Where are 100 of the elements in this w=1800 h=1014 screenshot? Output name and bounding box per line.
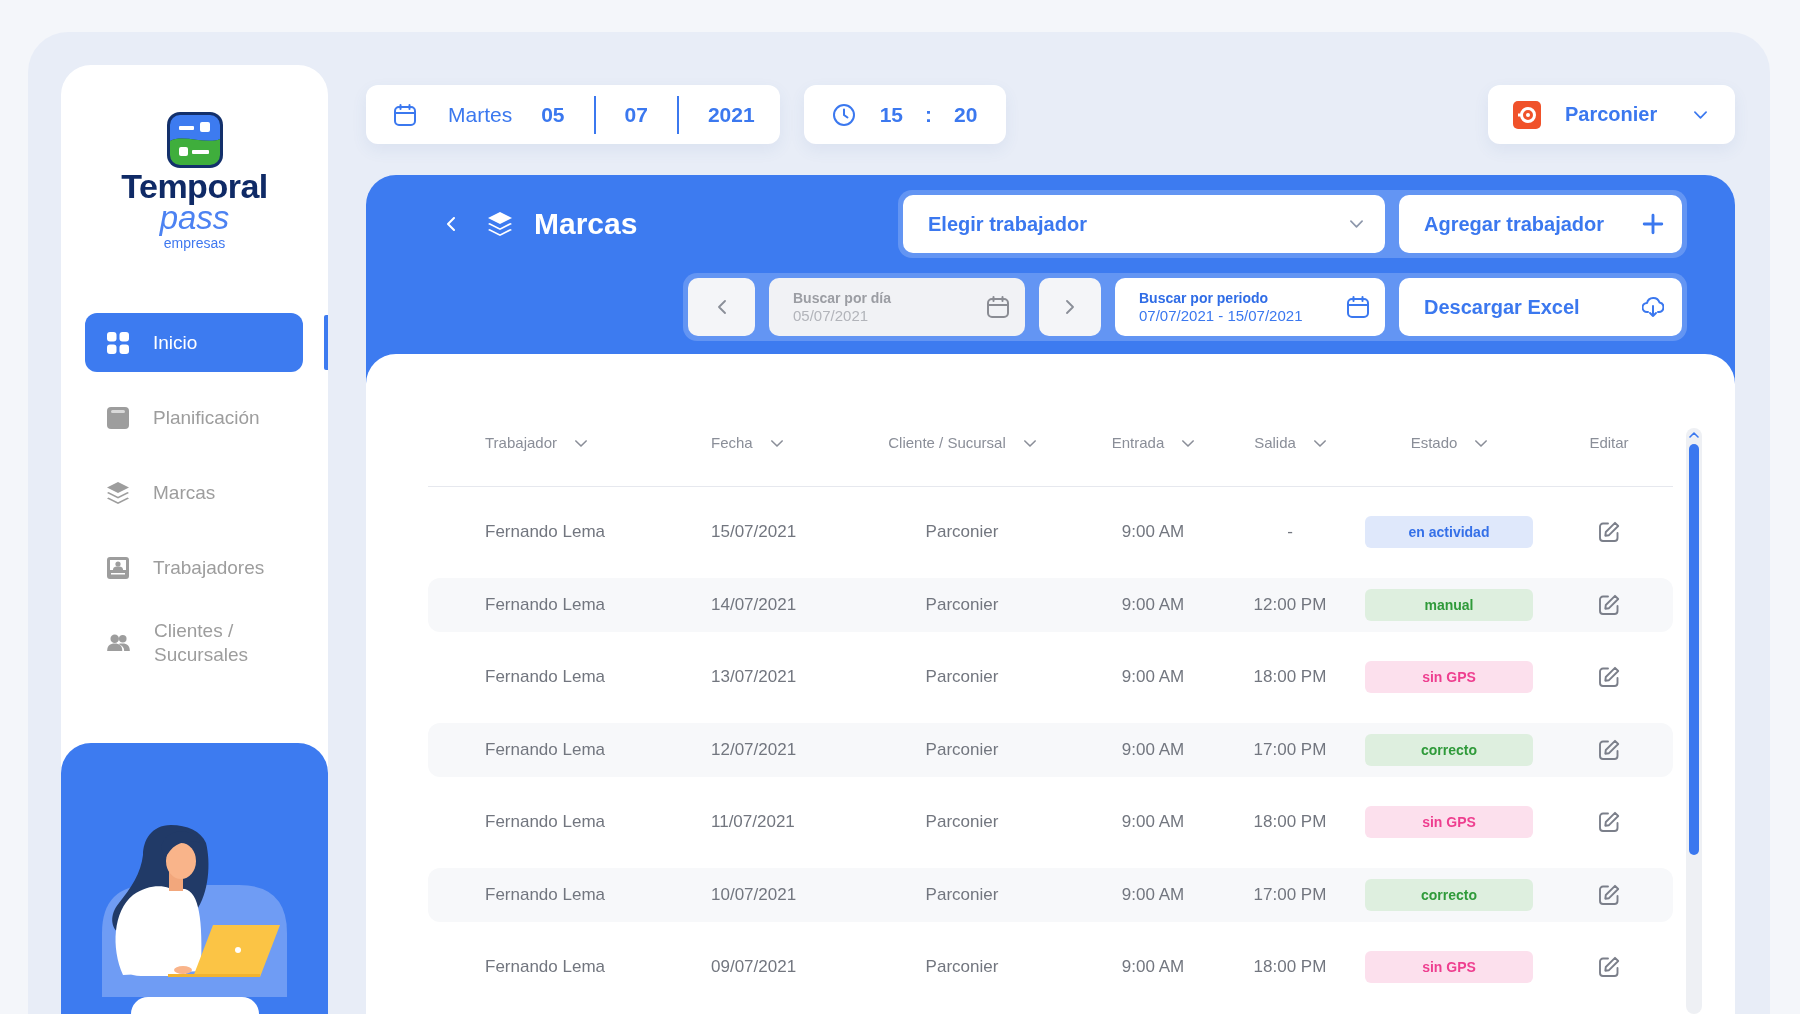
edit-button[interactable]: [1598, 521, 1620, 543]
calendar-icon: [1347, 296, 1369, 318]
chevron-right-icon: [1066, 300, 1074, 314]
minute-text: 20: [954, 102, 978, 127]
field-value: 05/07/2021: [793, 306, 870, 325]
edit-icon: [1598, 956, 1620, 978]
edit-button[interactable]: [1598, 956, 1620, 978]
edit-icon: [1598, 593, 1620, 616]
status-badge: correcto: [1365, 733, 1533, 766]
worker-select[interactable]: Elegir trabajador: [903, 195, 1385, 253]
date-cell: 10/07/2021: [711, 884, 797, 905]
account-menu-button[interactable]: Parconier: [1488, 85, 1735, 144]
chevron-left-icon: [447, 217, 455, 231]
column-header[interactable]: Trabajador: [485, 434, 587, 452]
exit-time-cell: 12:00 PM: [1253, 594, 1327, 615]
client-cell: Parconier: [925, 739, 999, 760]
date-field[interactable]: Buscar por día 05/07/2021: [769, 278, 1025, 336]
status-badge: en actividad: [1365, 516, 1533, 548]
logo-wordmark: Temporal: [121, 168, 268, 204]
edit-icon: [1598, 738, 1620, 761]
client-cell: Parconier: [925, 812, 999, 832]
chevron-down-icon: [1182, 439, 1195, 447]
column-header[interactable]: Entrada: [1111, 434, 1195, 452]
back-button[interactable]: [447, 217, 455, 231]
page-title: Marcas: [534, 206, 638, 242]
plus-icon: [1642, 213, 1664, 235]
column-header[interactable]: Cliente / Sucursal: [888, 434, 1036, 452]
exit-time-cell: 18:00 PM: [1253, 667, 1327, 687]
nav-item[interactable]: Planificación: [85, 388, 303, 447]
edit-button[interactable]: [1598, 593, 1620, 616]
worker-cell: Fernando Lema: [485, 522, 606, 542]
chevron-left-icon: [717, 300, 726, 314]
chevron-down-icon: [1023, 439, 1036, 447]
entry-time-cell: 9:00 AM: [1121, 812, 1185, 832]
column-header[interactable]: Salida: [1254, 434, 1326, 452]
active-indicator: [324, 315, 328, 370]
client-cell: Parconier: [925, 522, 999, 542]
chevron-down-icon: [1694, 110, 1707, 119]
profile-card-icon: [107, 556, 129, 579]
entry-time-cell: 9:00 AM: [1121, 884, 1185, 905]
edit-button[interactable]: [1598, 811, 1620, 833]
date-cell: 12/07/2021: [711, 739, 797, 760]
nav-item[interactable]: Marcas: [85, 463, 303, 522]
cloud-download-icon: [1642, 296, 1664, 318]
day-text: 05: [541, 102, 565, 127]
edit-button[interactable]: [1598, 883, 1620, 906]
date-field[interactable]: Buscar por periodo 07/07/2021 - 15/07/2021: [1115, 278, 1385, 336]
column-header: Editar: [1589, 434, 1629, 451]
entry-time-cell: 9:00 AM: [1121, 739, 1185, 760]
chevron-down-icon: [770, 439, 783, 447]
column-header[interactable]: Estado: [1410, 434, 1488, 452]
chevron-down-icon: [1475, 439, 1488, 447]
layers-icon: [488, 212, 512, 236]
entry-time-cell: 9:00 AM: [1121, 522, 1185, 542]
edit-icon: [1598, 811, 1620, 833]
edit-icon: [1598, 666, 1620, 688]
field-value: 07/07/2021 - 15/07/2021: [1139, 306, 1303, 325]
status-badge: sin GPS: [1365, 951, 1533, 983]
scrollbar-thumb[interactable]: [1689, 444, 1699, 855]
client-cell: Parconier: [925, 667, 999, 687]
nav-item[interactable]: Inicio: [85, 313, 303, 372]
company-logo-icon: [1513, 100, 1541, 129]
chevron-up-icon[interactable]: [1689, 432, 1699, 438]
exit-time-cell: 18:00 PM: [1253, 812, 1327, 832]
add-worker-button[interactable]: Agregar trabajador: [1399, 195, 1682, 253]
date-cell: 14/07/2021: [711, 594, 797, 615]
column-header[interactable]: Fecha: [711, 434, 783, 452]
calendar-icon: [987, 296, 1009, 318]
scrollbar-track[interactable]: [1686, 428, 1702, 1014]
previous-day-button[interactable]: [688, 278, 755, 336]
client-cell: Parconier: [925, 594, 999, 615]
entry-time-cell: 9:00 AM: [1121, 957, 1185, 977]
exit-time-cell: 17:00 PM: [1253, 739, 1327, 760]
entry-time-cell: 9:00 AM: [1121, 667, 1185, 687]
logo-icon: [166, 112, 223, 168]
edit-button[interactable]: [1598, 738, 1620, 761]
edit-button[interactable]: [1598, 666, 1620, 688]
worker-cell: Fernando Lema: [485, 884, 606, 905]
exit-time-cell: -: [1287, 522, 1293, 542]
date-cell: 13/07/2021: [711, 667, 797, 687]
logo-tagline: empresas: [163, 235, 226, 251]
hour-text: 15: [879, 102, 903, 127]
calendar-icon: [107, 406, 129, 429]
export-excel-button[interactable]: Descargar Excel: [1399, 278, 1682, 336]
nav-item[interactable]: Clientes / Sucursales: [85, 613, 303, 672]
date-cell: 11/07/2021: [711, 812, 795, 832]
layers-icon: [107, 481, 129, 504]
card-button[interactable]: [130, 997, 259, 1014]
field-label: Buscar por día: [793, 289, 892, 307]
exit-time-cell: 18:00 PM: [1253, 957, 1327, 977]
nav-item[interactable]: Trabajadores: [85, 538, 303, 597]
worker-cell: Fernando Lema: [485, 667, 606, 687]
users-icon: [107, 634, 130, 651]
chevron-down-icon: [1350, 220, 1363, 228]
entry-time-cell: 9:00 AM: [1121, 594, 1185, 615]
clock-icon: [832, 103, 855, 126]
exit-time-cell: 17:00 PM: [1253, 884, 1327, 905]
grid-icon: [107, 331, 129, 354]
status-badge: correcto: [1365, 878, 1533, 911]
next-day-button[interactable]: [1039, 278, 1101, 336]
